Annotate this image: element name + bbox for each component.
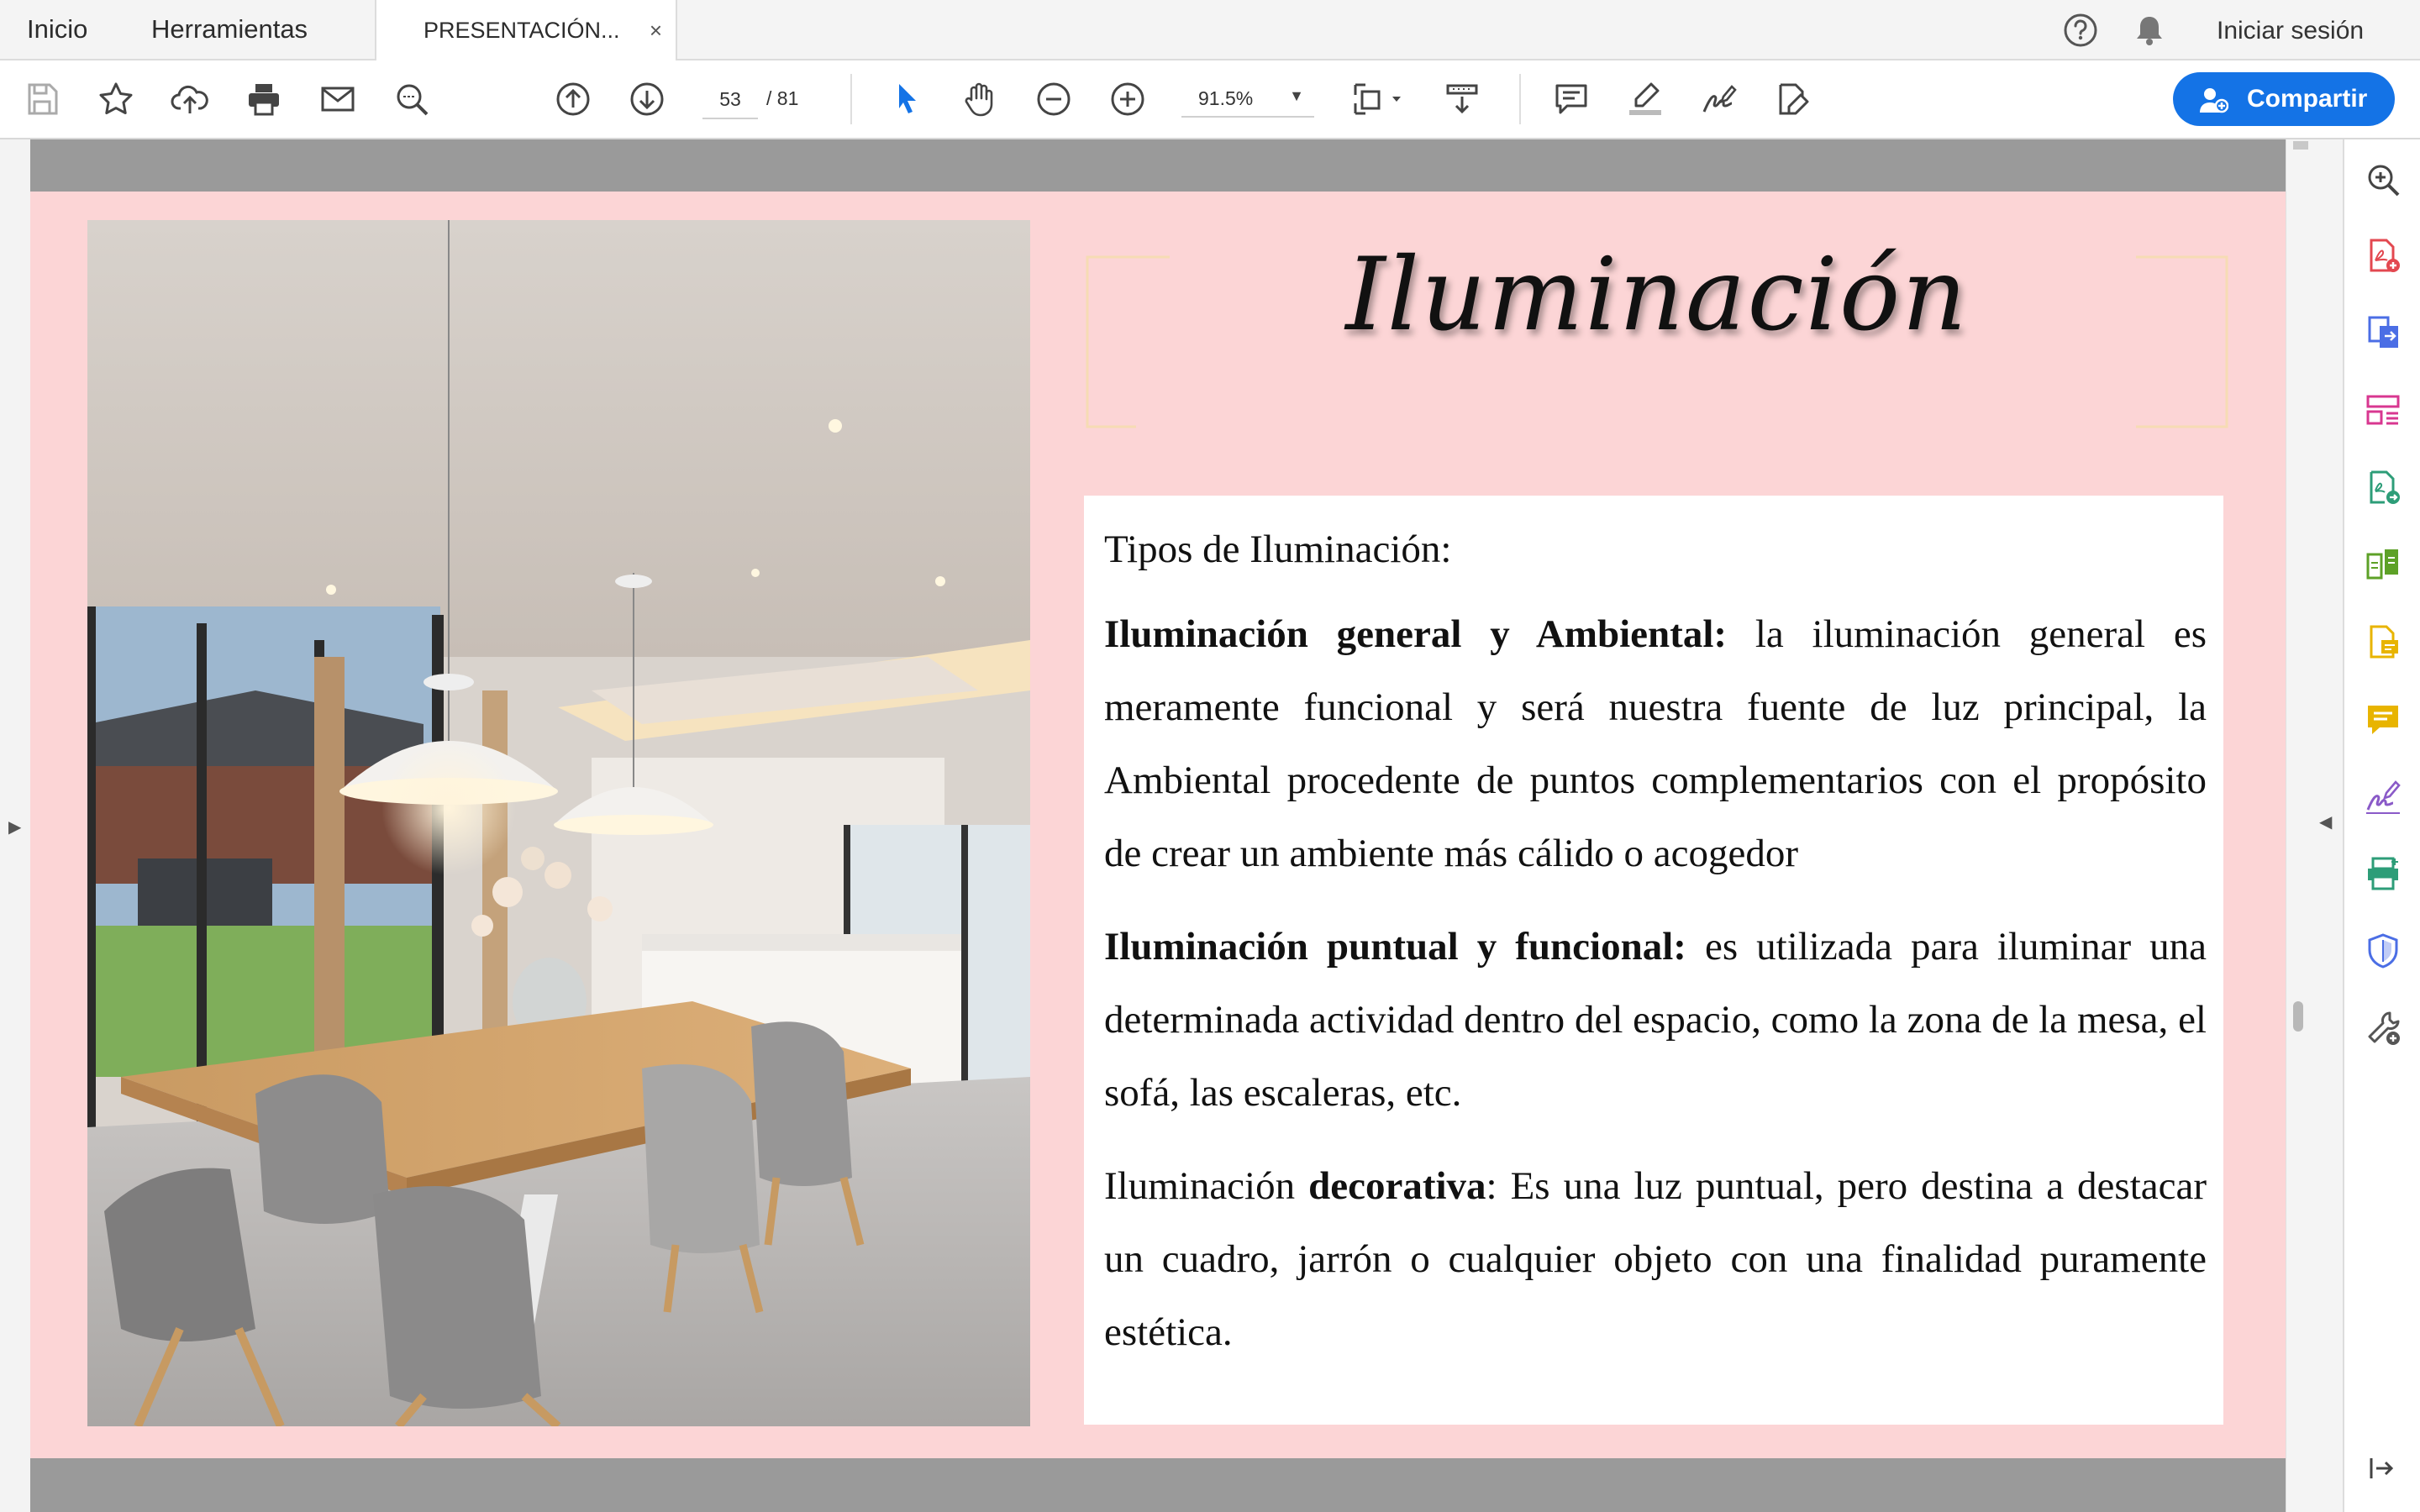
right-panel-toggle[interactable]: ◀ [2311,139,2343,1512]
fill-sign-icon[interactable] [2363,622,2403,662]
export-pdf-icon[interactable] [2363,312,2403,353]
zoom-out-icon[interactable] [1032,77,1076,121]
help-icon[interactable] [2062,12,2099,53]
sign-in-link[interactable]: Iniciar sesión [2217,0,2364,62]
paragraph-decorativa: Iluminación decorativa: Es una luz puntu… [1104,1150,2207,1369]
left-panel-toggle[interactable]: ▶ [0,139,30,1512]
bell-icon[interactable] [2131,12,2168,53]
scrollbar-thumb[interactable] [2293,1001,2303,1032]
create-pdf-icon[interactable] [2363,235,2403,276]
share-button[interactable]: Compartir [2173,72,2395,126]
paragraph-decorativa-title: decorativa [1308,1164,1486,1208]
vertical-scrollbar[interactable] [2286,139,2312,1512]
organize-pages-icon[interactable] [2363,390,2403,430]
more-tools-icon[interactable] [2363,1008,2403,1048]
text-heading: Tipos de Iluminación: [1104,528,1452,571]
paragraph-general-title: Iluminación general y Ambiental: [1104,612,1728,656]
toolbar-divider [1519,74,1521,124]
tab-document-label: PRESENTACIÓN... [424,18,620,43]
select-arrow-icon[interactable] [886,77,929,121]
highlight-icon[interactable] [1623,77,1667,121]
star-icon[interactable] [94,77,138,121]
tab-bar: Inicio Herramientas PRESENTACIÓN... × In… [0,0,2420,60]
page-down-icon[interactable] [625,77,669,121]
zoom-in-icon[interactable] [1106,77,1150,121]
add-user-icon [2198,86,2229,118]
document-viewport[interactable]: ▶ Iluminación Tipos de Iluminación: Ilum… [0,139,2343,1512]
chevron-down-icon: ▼ [1289,87,1304,104]
tab-home[interactable]: Inicio [27,0,87,59]
page-total: / 81 [766,87,799,109]
text-box: Tipos de Iluminación: Iluminación genera… [1084,496,2223,1425]
page-up-icon[interactable] [551,77,595,121]
zoom-select[interactable]: 91.5% ▼ [1181,81,1314,118]
toolbar: / 81 91.5% ▼ Compartir [0,60,2420,139]
tab-tools[interactable]: Herramientas [151,0,308,59]
chevron-left-icon: ◀ [2319,813,2333,832]
paragraph-puntual-title: Iluminación puntual y funcional: [1104,925,1686,969]
print-icon[interactable] [242,77,286,121]
edit-icon[interactable] [1771,77,1815,121]
scroll-mode-icon[interactable] [1440,77,1484,121]
scan-ocr-icon[interactable] [2363,853,2403,894]
pdf-page: Iluminación Tipos de Iluminación: Ilumin… [30,192,2286,1458]
paragraph-decorativa-prefix: Iluminación [1104,1164,1309,1208]
search-icon[interactable] [390,77,434,121]
request-signature-icon[interactable] [2363,776,2403,816]
share-label: Compartir [2247,85,2368,113]
comment-icon[interactable] [1549,77,1593,121]
close-tab-icon[interactable]: × [650,0,662,60]
collapse-panel-icon[interactable] [2365,1452,2398,1489]
send-file-icon[interactable] [2363,467,2403,507]
save-icon[interactable] [20,77,64,121]
dining-room-photo [87,220,1030,1426]
chevron-right-icon: ▶ [8,818,22,837]
page-number-input[interactable] [702,81,758,119]
toolbar-divider [850,74,852,124]
fit-page-icon[interactable] [1348,77,1408,121]
zoom-value: 91.5% [1198,87,1254,109]
sign-icon[interactable] [1697,77,1741,121]
scrollbar-top-marker [2293,141,2308,150]
email-icon[interactable] [316,77,360,121]
upload-cloud-icon[interactable] [168,77,212,121]
comment-tool-icon[interactable] [2363,699,2403,739]
hand-icon[interactable] [958,77,1002,121]
search-zoom-icon[interactable] [2363,160,2403,200]
paragraph-puntual: Iluminación puntual y funcional: es util… [1104,911,2207,1130]
tools-panel [2343,139,2420,1512]
tab-document[interactable]: PRESENTACIÓN... × [375,0,677,60]
protect-icon[interactable] [2363,931,2403,971]
paragraph-general: Iluminación general y Ambiental: la ilum… [1104,598,2207,890]
page-title: Iluminación [1345,237,1969,354]
compare-icon[interactable] [2363,544,2403,585]
